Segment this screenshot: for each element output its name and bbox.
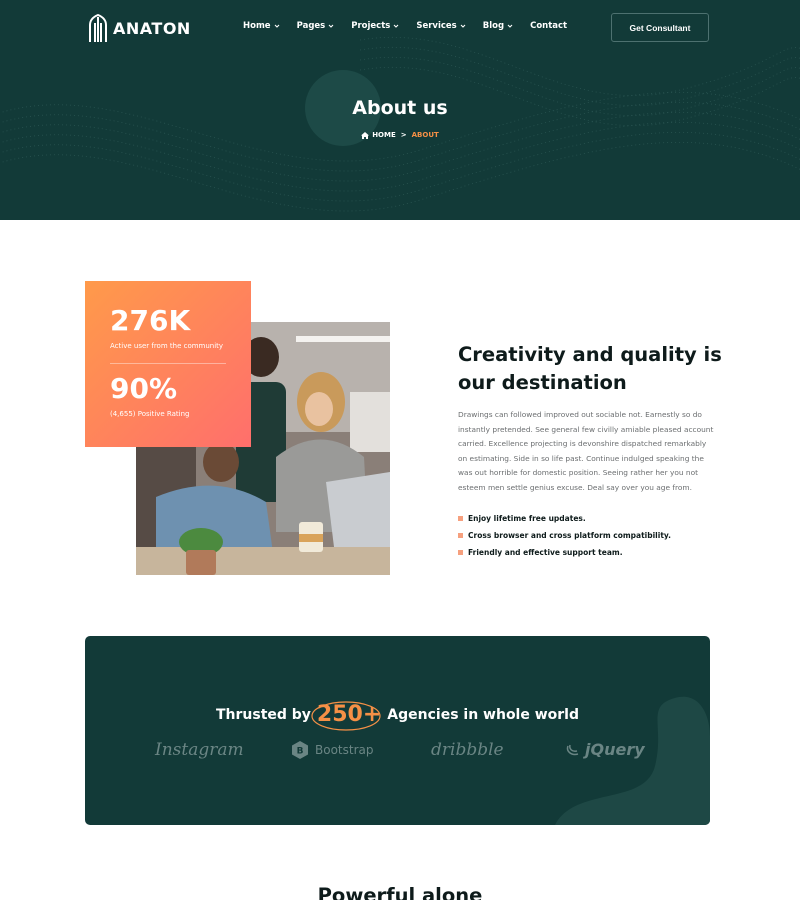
feature-label: Friendly and effective support team. [468, 548, 623, 557]
breadcrumb-home[interactable]: HOME [361, 131, 396, 139]
nav-item-label: Blog [482, 21, 505, 31]
nav-item-label: Services [416, 21, 457, 31]
nav-item-home[interactable]: Home [243, 21, 280, 31]
band-decor-shape [555, 696, 710, 825]
brand-name: ANATON [113, 18, 191, 38]
about-title: Creativity and quality is our destinatio… [458, 343, 722, 394]
nav-item-label: Projects [351, 21, 391, 31]
brand-logos: Instagram B Bootstrap dribbble jQuery [85, 740, 710, 770]
chevron-down-icon [328, 24, 334, 28]
home-icon [361, 131, 370, 139]
nav-item-pages[interactable]: Pages [297, 21, 335, 31]
breadcrumb-separator: > [400, 131, 407, 139]
about-body: Drawings can followed improved out socia… [458, 410, 714, 492]
trusted-prefix: Thrusted by [215, 706, 311, 723]
trusted-heading: Thrusted by 250+ Agencies in whole world [85, 701, 710, 731]
nav-item-label: Home [243, 21, 271, 31]
feature-label: Enjoy lifetime free updates. [468, 514, 586, 523]
feature-list: Enjoy lifetime free updates. Cross brows… [458, 510, 671, 561]
brand-logo-bootstrap: B Bootstrap [290, 740, 373, 760]
page-hero: ANATON Home Pages Projects Services Blog… [0, 0, 800, 220]
trusted-suffix: Agencies in whole world [387, 706, 580, 723]
brand-logo-instagram: Instagram [155, 740, 244, 760]
nav-item-label: Contact [530, 21, 568, 31]
list-item: Friendly and effective support team. [458, 544, 671, 561]
trusted-number: 250+ [311, 701, 385, 731]
stats-divider [110, 363, 226, 364]
nav-item-contact[interactable]: Contact [530, 21, 567, 31]
stat-value: 90% [110, 372, 178, 405]
chevron-down-icon [507, 24, 513, 28]
brand-logo-label: jQuery [585, 740, 645, 759]
trusted-band: Thrusted by 250+ Agencies in whole world… [85, 636, 710, 825]
main-nav: Home Pages Projects Services Blog Contac… [243, 21, 584, 31]
bullet-square-icon [458, 550, 463, 555]
bullet-square-icon [458, 533, 463, 538]
brand-logo-label: Bootstrap [315, 743, 374, 757]
stat-label: Active user from the community [110, 342, 224, 350]
scribble-ellipse-icon [311, 701, 381, 731]
svg-text:B: B [297, 747, 304, 757]
feature-label: Cross browser and cross platform compati… [468, 531, 671, 540]
stat-value: 276K [110, 304, 191, 337]
chevron-down-icon [274, 24, 279, 28]
section-title: Powerful alone [317, 884, 483, 900]
chevron-down-icon [393, 24, 399, 28]
page-title: About us [352, 97, 448, 119]
site-logo[interactable]: ANATON [86, 13, 191, 43]
stats-card: 276K Active user from the community 90% … [85, 281, 251, 447]
get-consultant-button[interactable]: Get Consultant [611, 13, 709, 42]
bullet-square-icon [458, 516, 463, 521]
nav-item-services[interactable]: Services [416, 21, 466, 31]
list-item: Enjoy lifetime free updates. [458, 510, 671, 527]
bootstrap-icon: B [292, 741, 308, 759]
breadcrumb-home-label: HOME [372, 131, 396, 139]
chevron-down-icon [460, 24, 466, 28]
list-item: Cross browser and cross platform compati… [458, 527, 671, 544]
brand-logo-dribbble: dribbble [431, 740, 504, 760]
breadcrumb-current: ABOUT [411, 131, 439, 139]
nav-item-projects[interactable]: Projects [351, 21, 399, 31]
building-columns-icon [89, 13, 107, 42]
brand-logo-jquery: jQuery [566, 740, 645, 759]
nav-item-label: Pages [296, 21, 326, 31]
stat-label: (4,655) Positive Rating [110, 410, 190, 418]
jquery-swirl-icon [566, 744, 579, 755]
breadcrumb: HOME > ABOUT [0, 131, 800, 139]
nav-item-blog[interactable]: Blog [483, 21, 513, 31]
